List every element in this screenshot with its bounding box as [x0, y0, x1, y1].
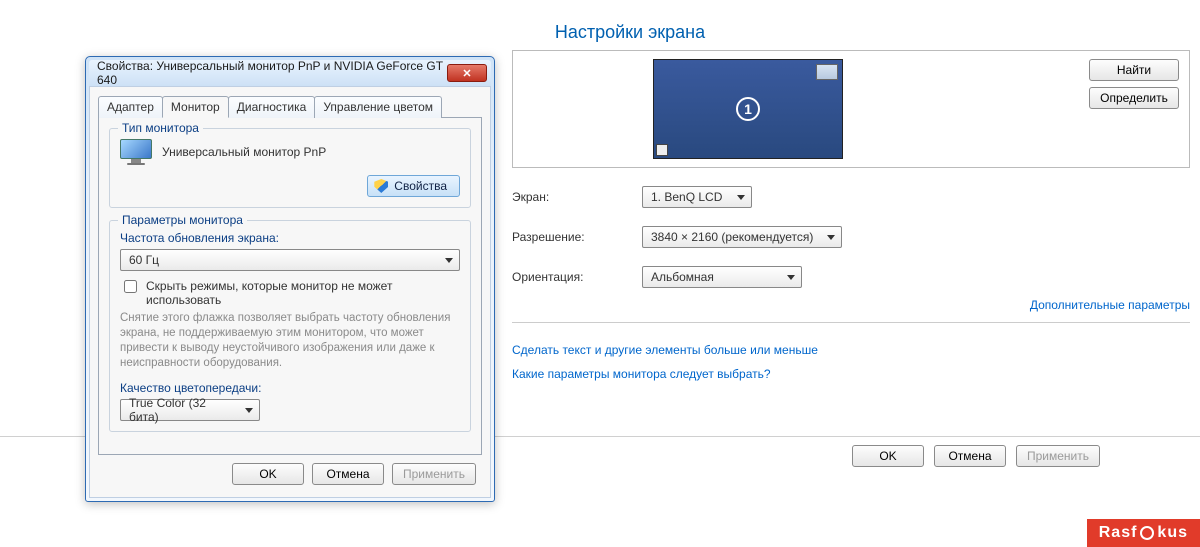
- watermark: Rasf kus: [1087, 519, 1200, 547]
- monitor-properties-button[interactable]: Свойства: [367, 175, 460, 197]
- tab-adapter[interactable]: Адаптер: [98, 96, 163, 118]
- resolution-label: Разрешение:: [512, 230, 642, 244]
- screen-dropdown[interactable]: 1. BenQ LCD: [642, 186, 752, 208]
- monitor-icon-row: Универсальный монитор PnP: [120, 139, 460, 165]
- close-icon[interactable]: ✕: [447, 64, 487, 82]
- color-quality-dropdown[interactable]: True Color (32 бита): [120, 399, 260, 421]
- orientation-dropdown[interactable]: Альбомная: [642, 266, 802, 288]
- hide-modes-checkbox[interactable]: [124, 280, 137, 293]
- bottom-buttons: OK Отмена Применить: [852, 445, 1100, 467]
- color-quality-value: True Color (32 бита): [129, 396, 237, 424]
- find-button[interactable]: Найти: [1089, 59, 1179, 81]
- screen-row: Экран: 1. BenQ LCD: [512, 186, 1190, 208]
- properties-dialog: Свойства: Универсальный монитор PnP и NV…: [85, 56, 495, 502]
- monitor-type-group: Тип монитора Универсальный монитор PnP С…: [109, 128, 471, 208]
- dialog-title: Свойства: Универсальный монитор PnP и NV…: [97, 59, 447, 87]
- dialog-ok-button[interactable]: OK: [232, 463, 304, 485]
- refresh-rate-label: Частота обновления экрана:: [120, 231, 279, 245]
- preview-tray-icon: [656, 144, 668, 156]
- refresh-rate-dropdown[interactable]: 60 Гц: [120, 249, 460, 271]
- resolution-row: Разрешение: 3840 × 2160 (рекомендуется): [512, 226, 1190, 248]
- tab-monitor[interactable]: Монитор: [162, 96, 229, 118]
- which-params-link[interactable]: Какие параметры монитора следует выбрать…: [512, 367, 771, 381]
- watermark-a: Rasf: [1099, 524, 1138, 542]
- identify-button[interactable]: Определить: [1089, 87, 1179, 109]
- preview-window-icon: [816, 64, 838, 80]
- links-block: Сделать текст и другие элементы больше и…: [512, 343, 1190, 381]
- refresh-rate-value: 60 Гц: [129, 253, 159, 267]
- resolution-value: 3840 × 2160 (рекомендуется): [651, 230, 813, 244]
- apply-button[interactable]: Применить: [1016, 445, 1100, 467]
- monitor-type-name: Универсальный монитор PnP: [162, 145, 326, 159]
- dialog-apply-button[interactable]: Применить: [392, 463, 476, 485]
- main-panel: 1 Найти Определить Экран: 1. BenQ LCD Ра…: [512, 50, 1190, 381]
- textsize-link[interactable]: Сделать текст и другие элементы больше и…: [512, 343, 818, 357]
- monitor-params-group: Параметры монитора Частота обновления эк…: [109, 220, 471, 432]
- color-quality-label: Качество цветопередачи:: [120, 381, 460, 395]
- monitor-number-badge: 1: [736, 97, 760, 121]
- hide-modes-label: Скрыть режимы, которые монитор не может …: [146, 279, 460, 307]
- side-buttons: Найти Определить: [1089, 59, 1179, 159]
- ok-button[interactable]: OK: [852, 445, 924, 467]
- monitor-icon: [120, 139, 152, 165]
- screen-label: Экран:: [512, 190, 642, 204]
- screen-value: 1. BenQ LCD: [651, 190, 722, 204]
- monitor-params-legend: Параметры монитора: [118, 213, 247, 227]
- orientation-label: Ориентация:: [512, 270, 642, 284]
- monitor-preview[interactable]: 1: [653, 59, 843, 159]
- page-title: Настройки экрана: [60, 0, 1200, 43]
- hide-modes-row[interactable]: Скрыть режимы, которые монитор не может …: [120, 279, 460, 307]
- separator: [512, 322, 1190, 323]
- monitor-type-legend: Тип монитора: [118, 121, 203, 135]
- tab-diagnostics[interactable]: Диагностика: [228, 96, 316, 118]
- dialog-titlebar[interactable]: Свойства: Универсальный монитор PnP и NV…: [89, 60, 491, 86]
- dialog-body: Адаптер Монитор Диагностика Управление ц…: [89, 86, 491, 498]
- hide-modes-hint: Снятие этого флажка позволяет выбрать ча…: [120, 311, 460, 371]
- dialog-cancel-button[interactable]: Отмена: [312, 463, 384, 485]
- preview-row: 1 Найти Определить: [512, 50, 1190, 168]
- orientation-value: Альбомная: [651, 270, 714, 284]
- dialog-buttons: OK Отмена Применить: [98, 455, 482, 489]
- extra-params-link[interactable]: Дополнительные параметры: [1030, 298, 1190, 312]
- orientation-row: Ориентация: Альбомная: [512, 266, 1190, 288]
- tab-color-management[interactable]: Управление цветом: [314, 96, 442, 118]
- aperture-icon: [1140, 526, 1154, 540]
- watermark-b: kus: [1157, 524, 1188, 542]
- cancel-button[interactable]: Отмена: [934, 445, 1006, 467]
- tab-panel-monitor: Тип монитора Универсальный монитор PnP С…: [98, 117, 482, 455]
- tab-strip: Адаптер Монитор Диагностика Управление ц…: [98, 96, 482, 118]
- resolution-dropdown[interactable]: 3840 × 2160 (рекомендуется): [642, 226, 842, 248]
